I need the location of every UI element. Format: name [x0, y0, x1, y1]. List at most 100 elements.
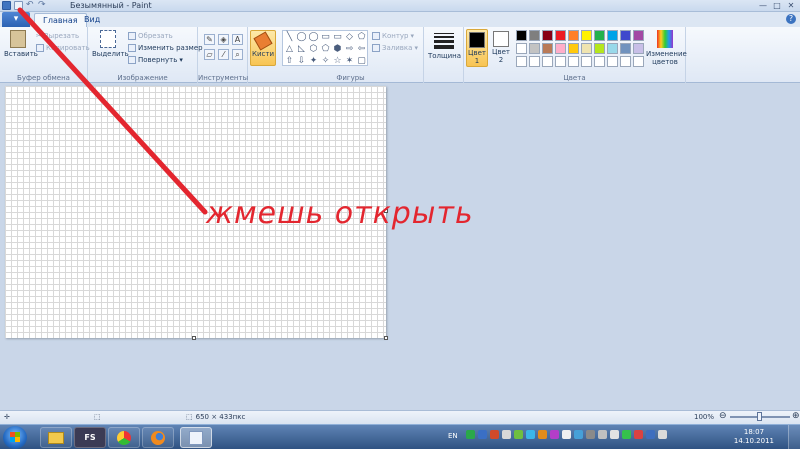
shape-option-5[interactable]: ◇	[344, 32, 355, 43]
shape-option-4[interactable]: ▭	[332, 32, 343, 43]
brushes-button[interactable]: Кисти	[250, 30, 276, 66]
shape-option-8[interactable]: ◺	[296, 44, 307, 55]
tray-icon-9[interactable]	[562, 430, 571, 439]
shape-option-3[interactable]: ▭	[320, 32, 331, 43]
edit-colors-button[interactable]: Изменение цветов	[646, 30, 687, 66]
network-icon[interactable]	[622, 430, 631, 439]
palette-color-29[interactable]	[633, 56, 644, 67]
palette-color-22[interactable]	[542, 56, 553, 67]
palette-color-2[interactable]	[542, 30, 553, 41]
paste-button[interactable]: Вставить	[4, 30, 38, 58]
tray-icon-12[interactable]	[598, 430, 607, 439]
tray-icon-8[interactable]	[550, 430, 559, 439]
palette-color-17[interactable]	[607, 43, 618, 54]
taskbar-fs[interactable]: FS	[74, 427, 106, 448]
palette-color-27[interactable]	[607, 56, 618, 67]
shape-option-19[interactable]: ✶	[344, 56, 355, 67]
palette-color-16[interactable]	[594, 43, 605, 54]
resize-handle-corner[interactable]	[384, 336, 388, 340]
shape-option-17[interactable]: ✧	[320, 56, 331, 67]
minimize-button[interactable]: —	[756, 0, 770, 11]
tray-icon-5[interactable]	[514, 430, 523, 439]
palette-color-5[interactable]	[581, 30, 592, 41]
crop-button[interactable]: Обрезать	[128, 31, 173, 41]
outline-button[interactable]: Контур ▾	[372, 31, 414, 41]
shape-option-16[interactable]: ✦	[308, 56, 319, 67]
size-button[interactable]: Толщина	[428, 31, 461, 60]
fill-button[interactable]: Заливка ▾	[372, 43, 418, 53]
zoom-slider[interactable]	[730, 412, 790, 421]
palette-color-21[interactable]	[529, 56, 540, 67]
show-desktop-button[interactable]	[788, 425, 800, 449]
shapes-gallery[interactable]: ╲ ◯ ◯ ▭ ▭ ◇ ⬠ △ ◺ ⬡ ⬠ ⬢ ⇨ ⇦ ⇧ ⇩ ✦ ✧ ☆ ✶ ▢	[282, 30, 368, 66]
flag-icon[interactable]	[634, 430, 643, 439]
volume-icon[interactable]	[658, 430, 667, 439]
shape-option-1[interactable]: ◯	[296, 32, 307, 43]
tab-view[interactable]: Вид	[76, 13, 108, 27]
palette-color-24[interactable]	[568, 56, 579, 67]
shape-option-2[interactable]: ◯	[308, 32, 319, 43]
palette-color-8[interactable]	[620, 30, 631, 41]
eraser-icon[interactable]: ▱	[204, 49, 215, 60]
palette-color-1[interactable]	[529, 30, 540, 41]
taskbar-explorer[interactable]	[40, 427, 72, 448]
palette-color-25[interactable]	[581, 56, 592, 67]
paint-app-icon[interactable]	[2, 1, 11, 10]
shape-option-13[interactable]: ⇦	[356, 44, 367, 55]
palette-color-9[interactable]	[633, 30, 644, 41]
shape-option-12[interactable]: ⇨	[344, 44, 355, 55]
zoom-slider-thumb[interactable]	[757, 412, 762, 421]
close-button[interactable]: ✕	[784, 0, 798, 11]
zoom-out-button[interactable]: ⊖	[719, 411, 727, 421]
tray-icon-3[interactable]	[490, 430, 499, 439]
color-picker-icon[interactable]: ⁄	[218, 49, 229, 60]
tray-icon-1[interactable]	[466, 430, 475, 439]
resize-button[interactable]: Изменить размер	[128, 43, 203, 53]
palette-color-0[interactable]	[516, 30, 527, 41]
palette-color-20[interactable]	[516, 56, 527, 67]
maximize-button[interactable]: □	[770, 0, 784, 11]
shape-option-9[interactable]: ⬡	[308, 44, 319, 55]
fill-icon[interactable]: ◈	[218, 34, 229, 45]
tray-icon-2[interactable]	[478, 430, 487, 439]
tray-icon-13[interactable]	[610, 430, 619, 439]
tray-icon-7[interactable]	[538, 430, 547, 439]
resize-handle-bottom[interactable]	[192, 336, 196, 340]
zoom-in-button[interactable]: ⊕	[792, 411, 800, 421]
shape-option-7[interactable]: △	[284, 44, 295, 55]
color2-button[interactable]: Цвет 2	[490, 29, 512, 67]
shape-option-18[interactable]: ☆	[332, 56, 343, 67]
shape-option-0[interactable]: ╲	[284, 32, 295, 43]
shape-option-11[interactable]: ⬢	[332, 44, 343, 55]
taskbar-firefox[interactable]	[142, 427, 174, 448]
magnifier-icon[interactable]: ⌕	[232, 49, 243, 60]
shape-option-20[interactable]: ▢	[356, 56, 367, 67]
palette-color-15[interactable]	[581, 43, 592, 54]
cut-button[interactable]: ✂ Вырезать	[36, 31, 79, 41]
save-icon[interactable]	[14, 1, 23, 10]
select-button[interactable]: Выделить	[92, 30, 129, 58]
taskbar-paint[interactable]	[180, 427, 212, 448]
palette-color-10[interactable]	[516, 43, 527, 54]
shape-option-14[interactable]: ⇧	[284, 56, 295, 67]
language-indicator[interactable]: EN	[448, 432, 458, 440]
palette-color-12[interactable]	[542, 43, 553, 54]
tray-icon-10[interactable]	[574, 430, 583, 439]
shape-option-6[interactable]: ⬠	[356, 32, 367, 43]
text-icon[interactable]: A	[232, 34, 243, 45]
palette-color-3[interactable]	[555, 30, 566, 41]
tray-icon-6[interactable]	[526, 430, 535, 439]
pencil-icon[interactable]: ✎	[204, 34, 215, 45]
palette-color-11[interactable]	[529, 43, 540, 54]
palette-color-26[interactable]	[594, 56, 605, 67]
palette-color-4[interactable]	[568, 30, 579, 41]
start-button[interactable]	[3, 426, 27, 449]
palette-color-23[interactable]	[555, 56, 566, 67]
color1-button[interactable]: Цвет 1	[466, 29, 488, 67]
clock[interactable]: 18:07 14.10.2011	[734, 428, 774, 446]
palette-color-14[interactable]	[568, 43, 579, 54]
tray-icon-11[interactable]	[586, 430, 595, 439]
palette-color-28[interactable]	[620, 56, 631, 67]
battery-icon[interactable]	[646, 430, 655, 439]
palette-color-19[interactable]	[633, 43, 644, 54]
